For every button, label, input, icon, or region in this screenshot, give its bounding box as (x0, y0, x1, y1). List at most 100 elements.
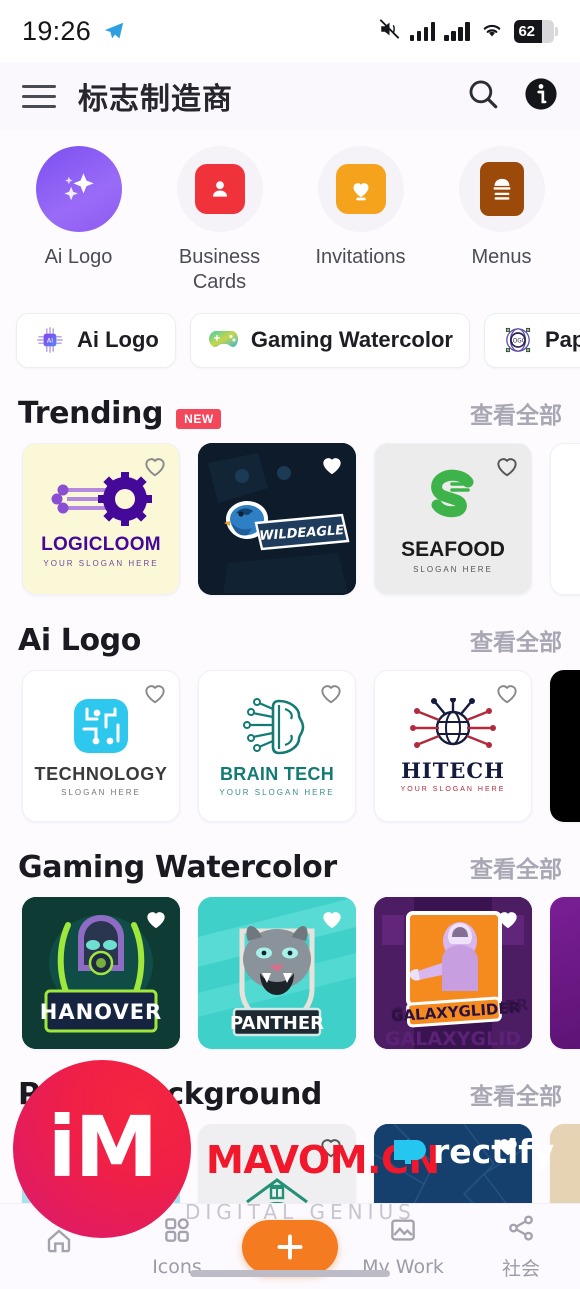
chip-label: Ai Logo (77, 327, 159, 353)
chip-ai-logo[interactable]: AI Ai Logo (16, 312, 176, 368)
template-card[interactable]: HANOVER HANOVER (22, 896, 180, 1049)
svg-text:PANTHER: PANTHER (230, 1013, 324, 1034)
svg-text:AI: AI (47, 337, 53, 345)
home-icon (44, 1226, 74, 1261)
logo-slogan: SLOGAN HERE (61, 787, 141, 797)
quick-category-label: Business Cards (178, 246, 261, 293)
favorite-icon[interactable] (318, 680, 344, 711)
section-title: Ai Logo (18, 622, 141, 658)
favorite-icon[interactable] (319, 906, 345, 937)
nav-item-social[interactable]: 社会 (462, 1213, 580, 1281)
template-card[interactable]: WILDEAGLE WILDEAGLE (198, 442, 356, 595)
quick-category-menus[interactable]: Menus (431, 146, 572, 295)
logo-name: HITECH (401, 758, 505, 784)
section-ai-logo: Ai Logo 查看全部 TECHNOLOGY SLOGAN HERE BRAI… (0, 605, 580, 832)
favorite-icon[interactable] (495, 1133, 521, 1164)
logo-name: LOGICLOOM (41, 533, 161, 555)
page-title: 标志制造商 (78, 82, 233, 117)
quick-category-business-cards[interactable]: Business Cards (149, 146, 290, 295)
quick-category-label: Invitations (315, 246, 406, 268)
create-button[interactable] (242, 1219, 338, 1274)
template-card[interactable] (550, 442, 580, 595)
ai-chip-icon: AI (33, 323, 67, 357)
logo-slogan: SLOGAN HERE (413, 564, 493, 574)
template-card[interactable]: LOGICLOOM YOUR SLOGAN HERE (22, 442, 180, 595)
favorite-icon[interactable] (495, 906, 521, 937)
logo-slogan: YOUR SLOGAN HERE (219, 787, 335, 797)
template-card[interactable]: BRAIN TECH YOUR SLOGAN HERE (198, 669, 356, 822)
favorite-icon[interactable] (318, 1134, 344, 1165)
mute-icon (378, 18, 401, 45)
battery-indicator: 62 (513, 19, 558, 43)
new-badge: NEW (176, 409, 221, 430)
chip-label: Paper (544, 327, 580, 353)
menu-document-icon (479, 162, 524, 216)
quick-categories: Ai Logo Business Cards Invitations Menus (0, 130, 580, 299)
category-chip-row[interactable]: AI Ai Logo Gaming Watercolor LOGO Pap (0, 299, 580, 378)
template-card[interactable]: PANTHER PANTHER (198, 896, 356, 1049)
heart-card-icon (335, 164, 386, 214)
favorite-icon[interactable] (319, 452, 345, 483)
card-row-trending[interactable]: LOGICLOOM YOUR SLOGAN HERE WILDEAGLE SEA… (0, 439, 580, 605)
nav-item-my-work[interactable]: My Work (344, 1215, 462, 1278)
svg-text:LOGO: LOGO (510, 338, 527, 344)
image-frame-icon (388, 1215, 418, 1250)
quick-category-invitations[interactable]: Invitations (290, 146, 431, 295)
template-card[interactable]: S (550, 669, 580, 822)
search-icon[interactable] (466, 77, 500, 116)
wifi-icon (479, 19, 505, 44)
section-title: Trending (18, 395, 164, 431)
app-screen: 19:26 62 标志制造商 Ai Logo Business Cards In… (0, 0, 580, 1289)
chip-gaming-watercolor[interactable]: Gaming Watercolor (189, 312, 470, 368)
svg-text:HANOVER: HANOVER (40, 1000, 162, 1024)
section-trending: Trending NEW 查看全部 LOGICLOOM YOUR SLOGAN … (0, 378, 580, 605)
logo-slogan: YOUR SLOGAN HERE (400, 786, 506, 794)
logo-name: BRAIN TECH (220, 763, 334, 784)
nav-item-icons[interactable]: Icons (118, 1215, 236, 1278)
share-icon (506, 1213, 536, 1248)
sparkle-icon (35, 146, 122, 232)
favorite-icon[interactable] (142, 453, 168, 484)
see-all-link[interactable]: 查看全部 (470, 623, 562, 657)
section-gaming-watercolor: Gaming Watercolor 查看全部 HANOVER PANTHER G… (0, 832, 580, 1059)
card-row-ai-logo[interactable]: TECHNOLOGY SLOGAN HERE BRAIN TECH YOUR S… (0, 666, 580, 832)
plus-icon (277, 1234, 303, 1259)
status-icons: 62 (378, 18, 558, 45)
favorite-icon[interactable] (142, 680, 168, 711)
nav-item-home[interactable] (0, 1226, 118, 1267)
section-title: Paper Background (18, 1076, 323, 1112)
chip-label: Gaming Watercolor (250, 327, 453, 353)
quick-category-label: Menus (471, 246, 532, 268)
app-bar: 标志制造商 (0, 62, 580, 130)
status-bar: 19:26 62 (0, 0, 580, 62)
see-all-link[interactable]: 查看全部 (470, 396, 562, 430)
info-icon[interactable] (524, 77, 558, 116)
contact-card-icon (194, 164, 245, 214)
quick-category-ai-logo[interactable]: Ai Logo (8, 146, 149, 295)
see-all-link[interactable]: 查看全部 (470, 1077, 562, 1111)
favorite-icon[interactable] (143, 906, 169, 937)
template-card[interactable]: TECHNOLOGY SLOGAN HERE (22, 669, 180, 822)
signal-bars-icon-2 (444, 21, 470, 41)
logo-slogan: YOUR SLOGAN HERE (43, 558, 159, 568)
logo-circle-icon: LOGO (501, 323, 535, 357)
see-all-link[interactable]: 查看全部 (470, 850, 562, 884)
favorite-icon[interactable] (143, 1133, 169, 1164)
favorite-icon[interactable] (494, 680, 520, 711)
chip-paper[interactable]: LOGO Paper (483, 312, 580, 368)
battery-percent: 62 (518, 22, 535, 40)
hamburger-menu-icon[interactable] (22, 84, 56, 108)
status-time: 19:26 (22, 15, 92, 46)
gamepad-watercolor-icon (207, 323, 241, 357)
template-card[interactable] (550, 896, 580, 1049)
section-title: Gaming Watercolor (18, 849, 337, 885)
nav-label: 社会 (501, 1257, 540, 1280)
template-card[interactable]: HITECH YOUR SLOGAN HERE (374, 669, 532, 822)
card-row-gaming[interactable]: HANOVER HANOVER (0, 893, 580, 1059)
logo-name: SEAFOOD (401, 537, 505, 561)
favorite-icon[interactable] (494, 453, 520, 484)
telegram-icon (103, 20, 125, 42)
template-card[interactable]: SEAFOOD SLOGAN HERE (374, 442, 532, 595)
template-card[interactable]: GALAXYGLIDER GALAXYGLIDER GALAXYGLID GAL… (374, 896, 532, 1049)
svg-text:GALAXYGLID: GALAXYGLID (385, 1028, 521, 1049)
